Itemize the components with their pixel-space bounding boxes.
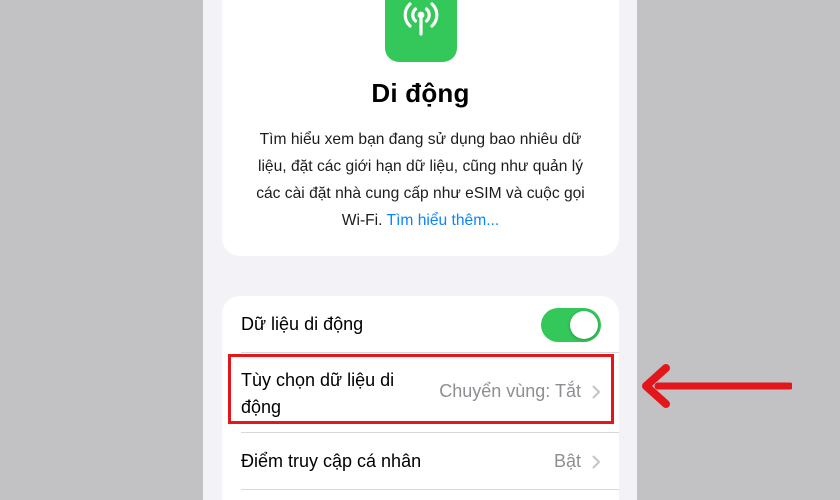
mobile-data-toggle[interactable] (541, 308, 601, 342)
description-text: Tìm hiểu xem bạn đang sử dụng bao nhiêu … (244, 126, 597, 234)
cut-off-row (222, 490, 619, 500)
hotspot-status-value: Bật (553, 451, 581, 471)
mobile-data-label: Dữ liệu di động (241, 314, 364, 334)
page-title: Di động (371, 78, 470, 108)
chevron-right-icon (592, 455, 600, 469)
learn-more-link[interactable]: Tìm hiểu thêm... (387, 212, 500, 229)
mobile-data-row: Dữ liệu di động (222, 296, 619, 353)
antenna-signal-icon (385, 0, 457, 62)
settings-screen: Di động Tìm hiểu xem bạn đang sử dụng ba… (203, 0, 637, 500)
annotation-arrow-icon (642, 364, 792, 408)
annotation-highlight-box (228, 354, 614, 424)
personal-hotspot-label: Điểm truy cập cá nhân (241, 451, 422, 471)
screenshot: Di động Tìm hiểu xem bạn đang sử dụng ba… (0, 0, 840, 500)
cellular-info-card: Di động Tìm hiểu xem bạn đang sử dụng ba… (222, 0, 619, 256)
personal-hotspot-row[interactable]: Điểm truy cập cá nhân Bật (222, 433, 619, 490)
toggle-knob (570, 311, 598, 339)
